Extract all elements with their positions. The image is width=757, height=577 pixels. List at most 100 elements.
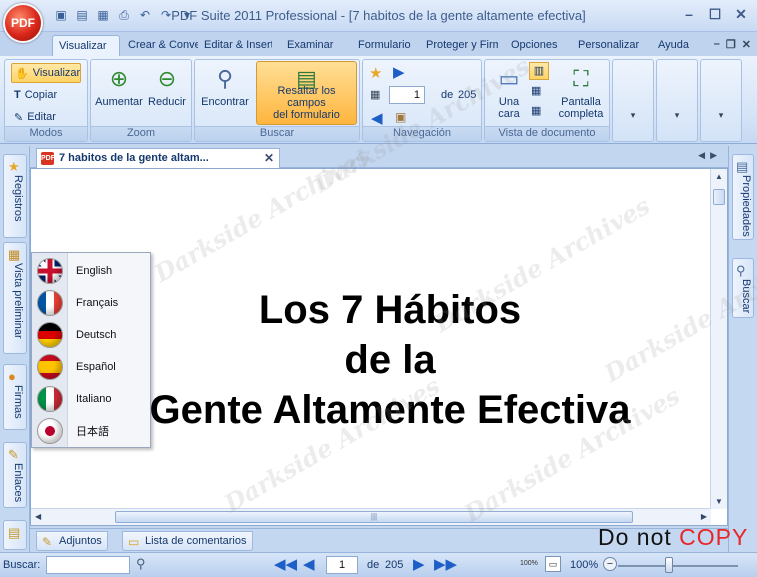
ribbon-page-input[interactable]: 1 <box>389 86 425 104</box>
zoom-slider-thumb[interactable] <box>665 557 673 573</box>
editar-mode-button[interactable]: ✎ Editar <box>11 107 81 127</box>
tab-examinar[interactable]: Examinar <box>281 35 345 56</box>
tab-personalizar[interactable]: Personalizar <box>572 35 646 56</box>
status-page-total: 205 <box>385 559 404 571</box>
search-icon[interactable]: ⚲ <box>136 556 146 572</box>
resaltar-campos-button[interactable]: ▤ Resaltar los campos del formulario <box>256 61 357 125</box>
zoom-out-button[interactable]: ⊖ Reducir <box>143 64 191 109</box>
resaltar-label-line2: del formulario <box>273 109 340 121</box>
group-navegacion: ★ ▶ ▦ 1 de 205 ◀ ▣ Navegación <box>362 59 482 142</box>
zoom-in-button[interactable]: ⊕ Aumentar <box>93 64 145 109</box>
panel-tab-firmas[interactable]: ● Firmas <box>3 364 27 430</box>
layout-facing-continuous-icon[interactable]: ▦ <box>531 104 541 117</box>
language-item-francais[interactable]: Français <box>32 287 150 319</box>
hand-icon: ✋ <box>15 67 29 80</box>
next-page-icon[interactable]: ▶ <box>413 557 425 573</box>
spain-flag-icon <box>37 354 63 380</box>
close-button[interactable]: ✕ <box>729 4 753 24</box>
copiar-mode-button[interactable]: T Copiar <box>11 85 81 105</box>
language-item-english[interactable]: English <box>32 255 150 287</box>
scroll-right-icon[interactable]: ▶ <box>701 512 707 521</box>
ribbon-minimize-icon[interactable]: – <box>714 38 720 51</box>
form-fields-icon: ▤ <box>296 66 317 91</box>
panel-tab-buscar[interactable]: ⚲ Buscar <box>732 258 754 318</box>
zoom-out-icon[interactable]: − <box>603 557 617 571</box>
ribbon-dropdown-2[interactable]: ▾ <box>656 59 698 142</box>
tab-formulario[interactable]: Formulario <box>352 35 418 56</box>
panel-tab-vista-preliminar[interactable]: ▦ Vista preliminar <box>3 242 27 354</box>
panel-tab-enlaces[interactable]: ✎ Enlaces <box>3 442 27 508</box>
zoom-out-label: Reducir <box>148 96 186 108</box>
panel-tab-propiedades-label: Propiedades <box>740 175 752 237</box>
editar-mode-label: Editar <box>27 111 56 123</box>
encontrar-button[interactable]: ⚲ Encontrar <box>197 64 253 109</box>
status-page-of: de <box>367 559 380 571</box>
language-label: Español <box>76 361 116 373</box>
page-layout-icon[interactable]: ▦ <box>370 88 380 101</box>
layout-continuous-icon[interactable]: ▥ <box>529 62 549 80</box>
group-zoom: ⊕ Aumentar ⊖ Reducir Zoom <box>90 59 192 142</box>
first-page-icon[interactable]: ◀◀ <box>274 557 297 573</box>
language-item-italiano[interactable]: Italiano <box>32 383 150 415</box>
ribbon-dropdown-1[interactable]: ▾ <box>612 59 654 142</box>
last-page-icon[interactable]: ▶▶ <box>434 557 457 573</box>
bookmark-star-icon[interactable]: ★ <box>369 64 382 82</box>
horizontal-scrollbar[interactable]: ◀ ||| ▶ <box>31 508 711 525</box>
language-item-espanol[interactable]: Español <box>32 351 150 383</box>
panel-tab-registros[interactable]: ★ Registros <box>3 154 27 238</box>
group-buscar: ⚲ Encontrar ▤ Resaltar los campos del fo… <box>194 59 360 142</box>
chevron-down-icon: ▾ <box>674 110 680 120</box>
panel-tab-firmas-label: Firmas <box>12 385 24 419</box>
panel-tab-extra[interactable]: ▤ <box>3 520 27 550</box>
fit-page-icon[interactable]: ▭ <box>545 556 561 572</box>
group-vista-label: Vista de documento <box>485 126 609 141</box>
ribbon-restore-icon[interactable]: ❐ <box>726 38 736 51</box>
group-buscar-label: Buscar <box>195 126 359 141</box>
tab-lista-comentarios[interactable]: ▭ Lista de comentarios <box>122 531 253 551</box>
application-menu-button[interactable]: PDF <box>3 3 43 43</box>
scroll-down-icon[interactable]: ▼ <box>715 497 723 506</box>
panel-tab-propiedades[interactable]: ▤ Propiedades <box>732 154 754 240</box>
pantalla-completa-button[interactable]: ⛶ Pantalla completa <box>553 64 609 121</box>
next-page-icon[interactable]: ▶ <box>393 63 405 81</box>
language-item-japanese[interactable]: 日本語 <box>32 415 150 447</box>
tab-visualizar[interactable]: Visualizar <box>52 35 120 56</box>
language-label: Italiano <box>76 393 112 405</box>
ribbon-close-icon[interactable]: ✕ <box>742 38 751 51</box>
tab-proteger-firmar[interactable]: Proteger y Firmar <box>420 35 498 56</box>
status-page-input[interactable]: 1 <box>326 556 358 574</box>
minimize-button[interactable]: – <box>677 4 701 24</box>
left-panel-bar: ★ Registros ▦ Vista preliminar ● Firmas … <box>0 146 30 552</box>
tab-editar-insertar[interactable]: Editar & Insertar <box>198 35 272 56</box>
previous-page-icon[interactable]: ◀ <box>371 109 383 127</box>
horizontal-scroll-thumb[interactable]: ||| <box>115 511 633 523</box>
visualizar-mode-button[interactable]: ✋ Visualizar <box>11 63 81 83</box>
una-cara-line1: Una <box>498 96 520 108</box>
ribbon-dropdown-3[interactable]: ▾ <box>700 59 742 142</box>
previous-page-icon[interactable]: ◀ <box>303 557 315 573</box>
title-bar: ▣ ▤ ▦ ⎙ ↶ ↷ ▾ PDF Suite 2011 Professiona… <box>0 0 757 32</box>
una-cara-button[interactable]: ▭ Una cara <box>487 64 531 121</box>
panel-tab-vista-preliminar-label: Vista preliminar <box>12 263 24 339</box>
resaltar-label-line1: Resaltar los campos <box>277 85 336 109</box>
tab-ayuda[interactable]: Ayuda <box>652 35 700 56</box>
vertical-scroll-thumb[interactable] <box>713 189 725 205</box>
status-search-input[interactable] <box>46 556 130 574</box>
tab-adjuntos[interactable]: ✎ Adjuntos <box>36 531 108 551</box>
actual-size-label[interactable]: 100% <box>520 560 538 567</box>
maximize-button[interactable]: ☐ <box>703 4 727 24</box>
close-document-tab-icon[interactable]: ✕ <box>264 151 274 165</box>
scroll-left-icon[interactable]: ◀ <box>35 512 41 521</box>
tab-opciones[interactable]: Opciones <box>505 35 567 56</box>
language-item-deutsch[interactable]: Deutsch <box>32 319 150 351</box>
layout-facing-icon[interactable]: ▦ <box>531 84 541 97</box>
document-tab[interactable]: PDF 7 habitos de la gente altam... ✕ <box>36 148 280 168</box>
status-search-label: Buscar: <box>3 559 41 571</box>
zoom-slider-track[interactable] <box>618 565 738 567</box>
tab-crear-convertir[interactable]: Crear & Convertir <box>122 35 198 56</box>
vertical-scrollbar[interactable]: ▲ ▼ <box>710 169 727 509</box>
tab-scroll-arrows[interactable]: ◀▶ <box>698 150 722 161</box>
go-to-page-icon[interactable]: ▣ <box>395 110 406 124</box>
scroll-up-icon[interactable]: ▲ <box>715 172 723 181</box>
star-icon: ★ <box>8 159 20 174</box>
